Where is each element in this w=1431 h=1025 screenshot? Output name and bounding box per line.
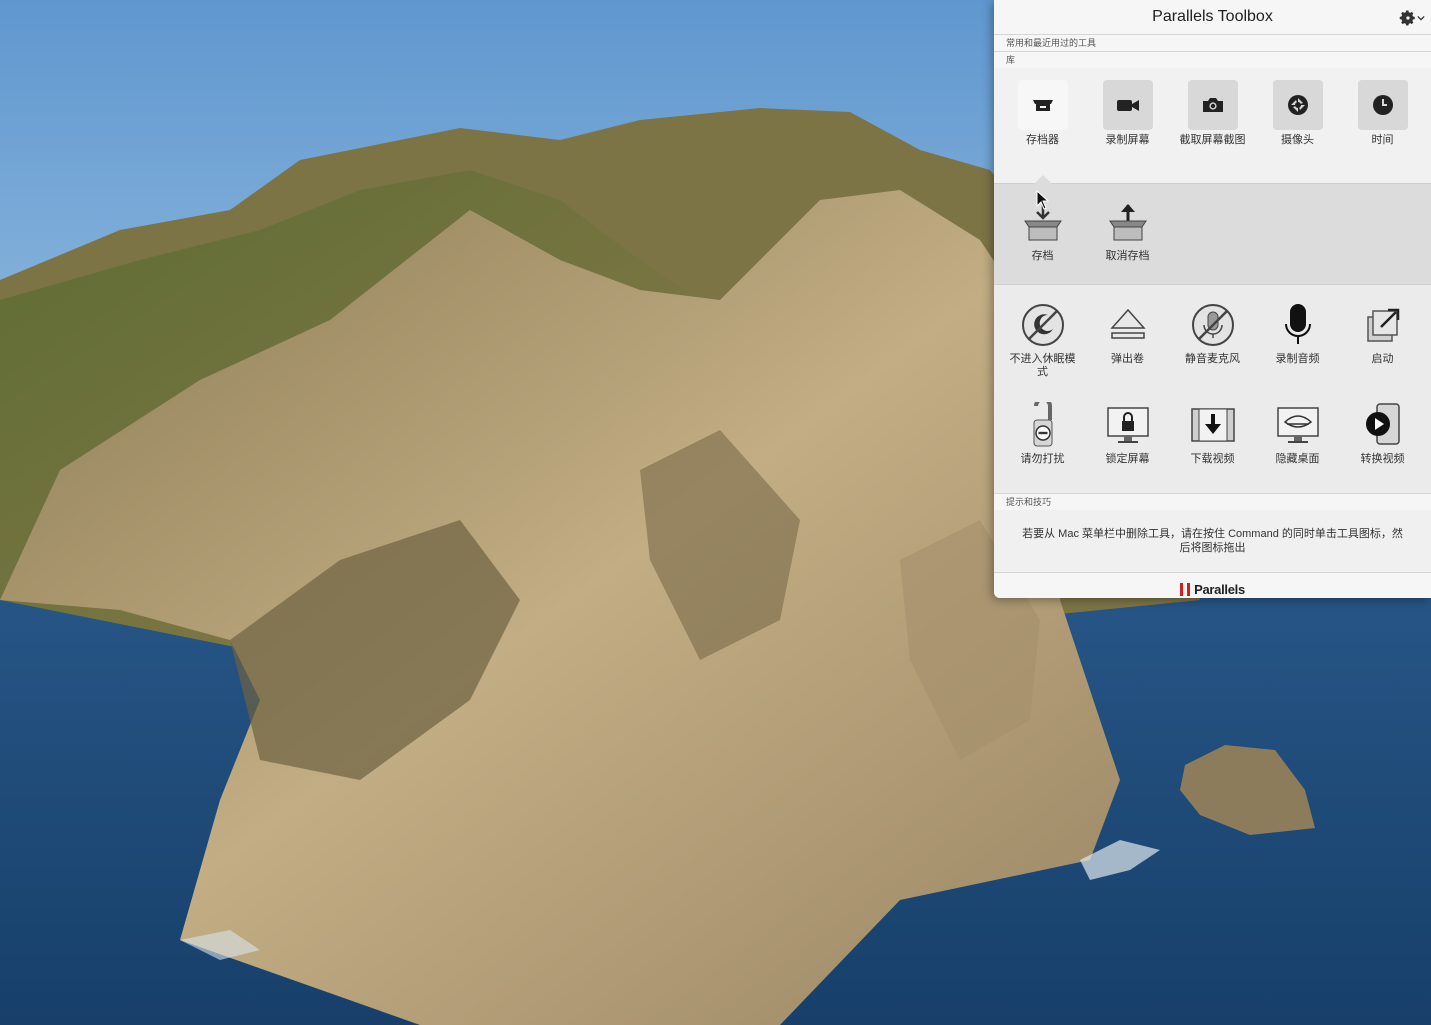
tip-line-1: 若要从 Mac 菜单栏中删除工具，请在按住 Command 的同时单击工具图标，…: [1022, 528, 1403, 540]
tool-hide-desktop[interactable]: 隐藏桌面: [1255, 401, 1340, 466]
tool-label: 存档器: [1026, 134, 1059, 146]
subtool-unarchive[interactable]: 取消存档: [1085, 198, 1170, 263]
tool-mute-mic[interactable]: 静音麦克风: [1170, 301, 1255, 366]
tool-record-audio-icon-wrap: [1273, 301, 1323, 349]
tool-webcam[interactable]: 摄像头: [1255, 80, 1340, 147]
tool-label: 取消存档: [1105, 250, 1150, 262]
settings-menu-button[interactable]: [1399, 8, 1425, 28]
tool-label: 摄像头: [1281, 134, 1314, 146]
section-header-library: 库: [994, 51, 1431, 68]
tool-lock-screen[interactable]: 锁定屏幕: [1085, 401, 1170, 466]
no-sleep-icon: [1021, 304, 1064, 346]
tool-label: 录制屏幕: [1105, 134, 1150, 146]
tool-time[interactable]: 时间: [1340, 80, 1425, 147]
mute-microphone-icon: [1191, 304, 1234, 346]
tool-label: 请勿打扰: [1020, 453, 1065, 465]
tool-record-audio[interactable]: 录制音频: [1255, 301, 1340, 366]
webcam-icon: [1287, 95, 1308, 115]
tool-convert-video[interactable]: 转换视频: [1340, 401, 1425, 466]
tool-label: 锁定屏幕: [1105, 453, 1150, 465]
tool-webcam-tile: [1272, 80, 1323, 130]
tool-download-video[interactable]: 下载视频: [1170, 401, 1255, 466]
camera-icon: [1202, 98, 1223, 112]
archiver-subtools-panel: 存档 取消存档: [994, 175, 1431, 284]
mouse-pointer-icon: [1036, 190, 1050, 210]
chevron-down-icon: [1417, 15, 1425, 21]
tool-label: 不进入休眠模式: [1000, 353, 1085, 379]
launch-icon: [1366, 308, 1399, 342]
subtool-unarchive-icon-wrap: [1103, 198, 1153, 246]
tool-record-screen[interactable]: 录制屏幕: [1085, 80, 1170, 147]
convert-video-icon: [1365, 403, 1400, 445]
parallels-logo[interactable]: Parallels: [1180, 582, 1245, 597]
tool-no-sleep[interactable]: 不进入休眠模式: [1000, 301, 1085, 379]
section-header-tips: 提示和技巧: [994, 493, 1431, 510]
tool-mute-mic-icon-wrap: [1188, 301, 1238, 349]
clock-icon: [1372, 95, 1393, 115]
tip-line-2: 后将图标拖出: [1179, 542, 1246, 554]
tool-convert-video-icon-wrap: [1358, 401, 1408, 449]
footer: Parallels: [994, 572, 1431, 598]
tool-do-not-disturb[interactable]: 请勿打扰: [1000, 401, 1085, 466]
archiver-icon: [1032, 100, 1053, 111]
tool-do-not-disturb-icon-wrap: [1018, 401, 1068, 449]
eject-icon: [1109, 308, 1146, 339]
tool-label: 截取屏幕截图: [1179, 134, 1246, 146]
tool-launch-icon-wrap: [1358, 301, 1408, 349]
parallels-toolbox-panel: Parallels Toolbox 常用和最近用过的工具 库 存档器 录制屏幕 …: [994, 0, 1431, 598]
tool-archiver-tile: [1017, 80, 1068, 130]
lock-screen-icon: [1106, 407, 1149, 443]
tool-label: 录制音频: [1275, 353, 1320, 365]
hide-desktop-icon: [1276, 407, 1319, 443]
gear-icon: [1399, 10, 1415, 26]
logo-bar: [1187, 582, 1191, 596]
tool-time-tile: [1357, 80, 1408, 130]
tool-eject-icon-wrap: [1103, 301, 1153, 349]
tool-label: 转换视频: [1360, 453, 1405, 465]
tool-label: 时间: [1371, 134, 1394, 146]
tool-lock-screen-icon-wrap: [1103, 401, 1153, 449]
tool-label-line2: 式: [1037, 366, 1048, 378]
tip-text: 若要从 Mac 菜单栏中删除工具，请在按住 Command 的同时单击工具图标，…: [994, 510, 1431, 572]
panel-title: Parallels Toolbox: [1152, 8, 1273, 25]
tool-download-video-icon-wrap: [1188, 401, 1238, 449]
tool-label: 存档: [1031, 250, 1054, 262]
tool-hide-desktop-icon-wrap: [1273, 401, 1323, 449]
tool-label: 下载视频: [1190, 453, 1235, 465]
library-tools-grid: 不进入休眠模式 弹出卷 静音麦克风 录制音频 启动 请勿打扰 锁定屏幕 下载视频…: [994, 284, 1431, 493]
microphone-icon: [1284, 304, 1311, 344]
tool-label: 弹出卷: [1111, 353, 1144, 365]
recent-tools-row: 存档器 录制屏幕 截取屏幕截图 摄像头 时间: [994, 68, 1431, 183]
tool-screenshot-tile: [1187, 80, 1238, 130]
tool-label: 静音麦克风: [1185, 353, 1240, 365]
tool-record-screen-tile: [1102, 80, 1153, 130]
brand-name: Parallels: [1194, 581, 1245, 597]
tool-archiver[interactable]: 存档器: [1000, 80, 1085, 147]
tool-label-line1: 不进入休眠模: [1009, 353, 1076, 365]
tool-label: 隐藏桌面: [1275, 453, 1320, 465]
tool-screenshot[interactable]: 截取屏幕截图: [1170, 80, 1255, 147]
tool-launch[interactable]: 启动: [1340, 301, 1425, 366]
logo-bar: [1180, 582, 1184, 596]
archive-box-up-icon: [1108, 204, 1147, 241]
download-video-icon: [1190, 408, 1235, 442]
title-bar: Parallels Toolbox: [994, 0, 1431, 34]
do-not-disturb-icon: [1033, 402, 1052, 447]
tool-label: 启动: [1371, 353, 1394, 365]
selection-caret: [1034, 175, 1052, 184]
section-header-recent: 常用和最近用过的工具: [994, 34, 1431, 51]
video-camera-icon: [1116, 100, 1139, 111]
tool-no-sleep-icon-wrap: [1018, 301, 1068, 349]
tool-eject[interactable]: 弹出卷: [1085, 301, 1170, 366]
